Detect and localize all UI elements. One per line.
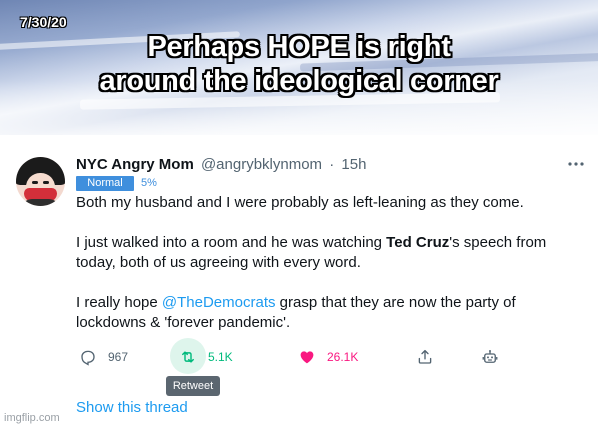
meme-banner: 7/30/20 Perhaps HOPE is right around the… [0,0,598,135]
avatar-eye [32,181,38,184]
show-thread-link[interactable]: Show this thread [76,398,188,418]
robot-button[interactable] [481,346,510,368]
reply-icon [81,350,95,366]
avatar[interactable] [16,157,65,206]
action-bar: 967 5.1K 26.1K [76,338,506,374]
tweet-paragraph-1: Both my husband and I were probably as l… [76,194,524,211]
meme-headline: Perhaps HOPE is right around the ideolog… [0,30,598,98]
retweet-button[interactable]: 5.1K [170,338,233,374]
mention-link[interactable]: @TheDemocrats [162,294,276,311]
tweet-header: NYC Angry Mom @angrybklynmom · 15h [76,155,366,175]
tweet-body: Both my husband and I were probably as l… [76,193,576,353]
like-count: 26.1K [327,350,359,364]
retweet-icon [182,351,194,363]
sentiment-badge: Normal [76,176,134,191]
imgflip-watermark: imgflip.com [4,412,60,424]
tweet-text: I really hope [76,294,162,311]
tweet-card: NYC Angry Mom @angrybklynmom · 15h Norma… [0,140,598,428]
tweet-paragraph-3: I really hope @TheDemocrats grasp that t… [76,293,576,333]
tweet-paragraph-2: I just walked into a room and he was wat… [76,233,576,273]
headline-line-1: Perhaps HOPE is right [147,31,451,63]
reply-count: 967 [108,350,129,364]
bold-text: Ted Cruz [386,234,450,251]
user-handle[interactable]: @angrybklynmom [201,156,322,173]
display-name[interactable]: NYC Angry Mom [76,156,194,173]
like-button[interactable]: 26.1K [298,346,358,368]
sentiment-percent: 5% [141,177,157,189]
more-horizontal-icon[interactable] [566,154,586,174]
avatar-shirt [22,199,59,206]
reply-button[interactable]: 967 [79,346,128,368]
tweet-time[interactable]: 15h [341,156,366,173]
header-separator: · [329,156,335,173]
heart-icon [300,351,314,364]
tweet-text: I just walked into a room and he was wat… [76,234,387,251]
share-icon [418,349,432,364]
meme-date: 7/30/20 [20,14,67,30]
share-button[interactable] [416,346,445,368]
retweet-count: 5.1K [208,350,233,364]
robot-icon [482,350,498,363]
retweet-tooltip: Retweet [166,376,220,396]
headline-line-2: around the ideological corner [99,65,499,97]
avatar-eye [43,181,49,184]
